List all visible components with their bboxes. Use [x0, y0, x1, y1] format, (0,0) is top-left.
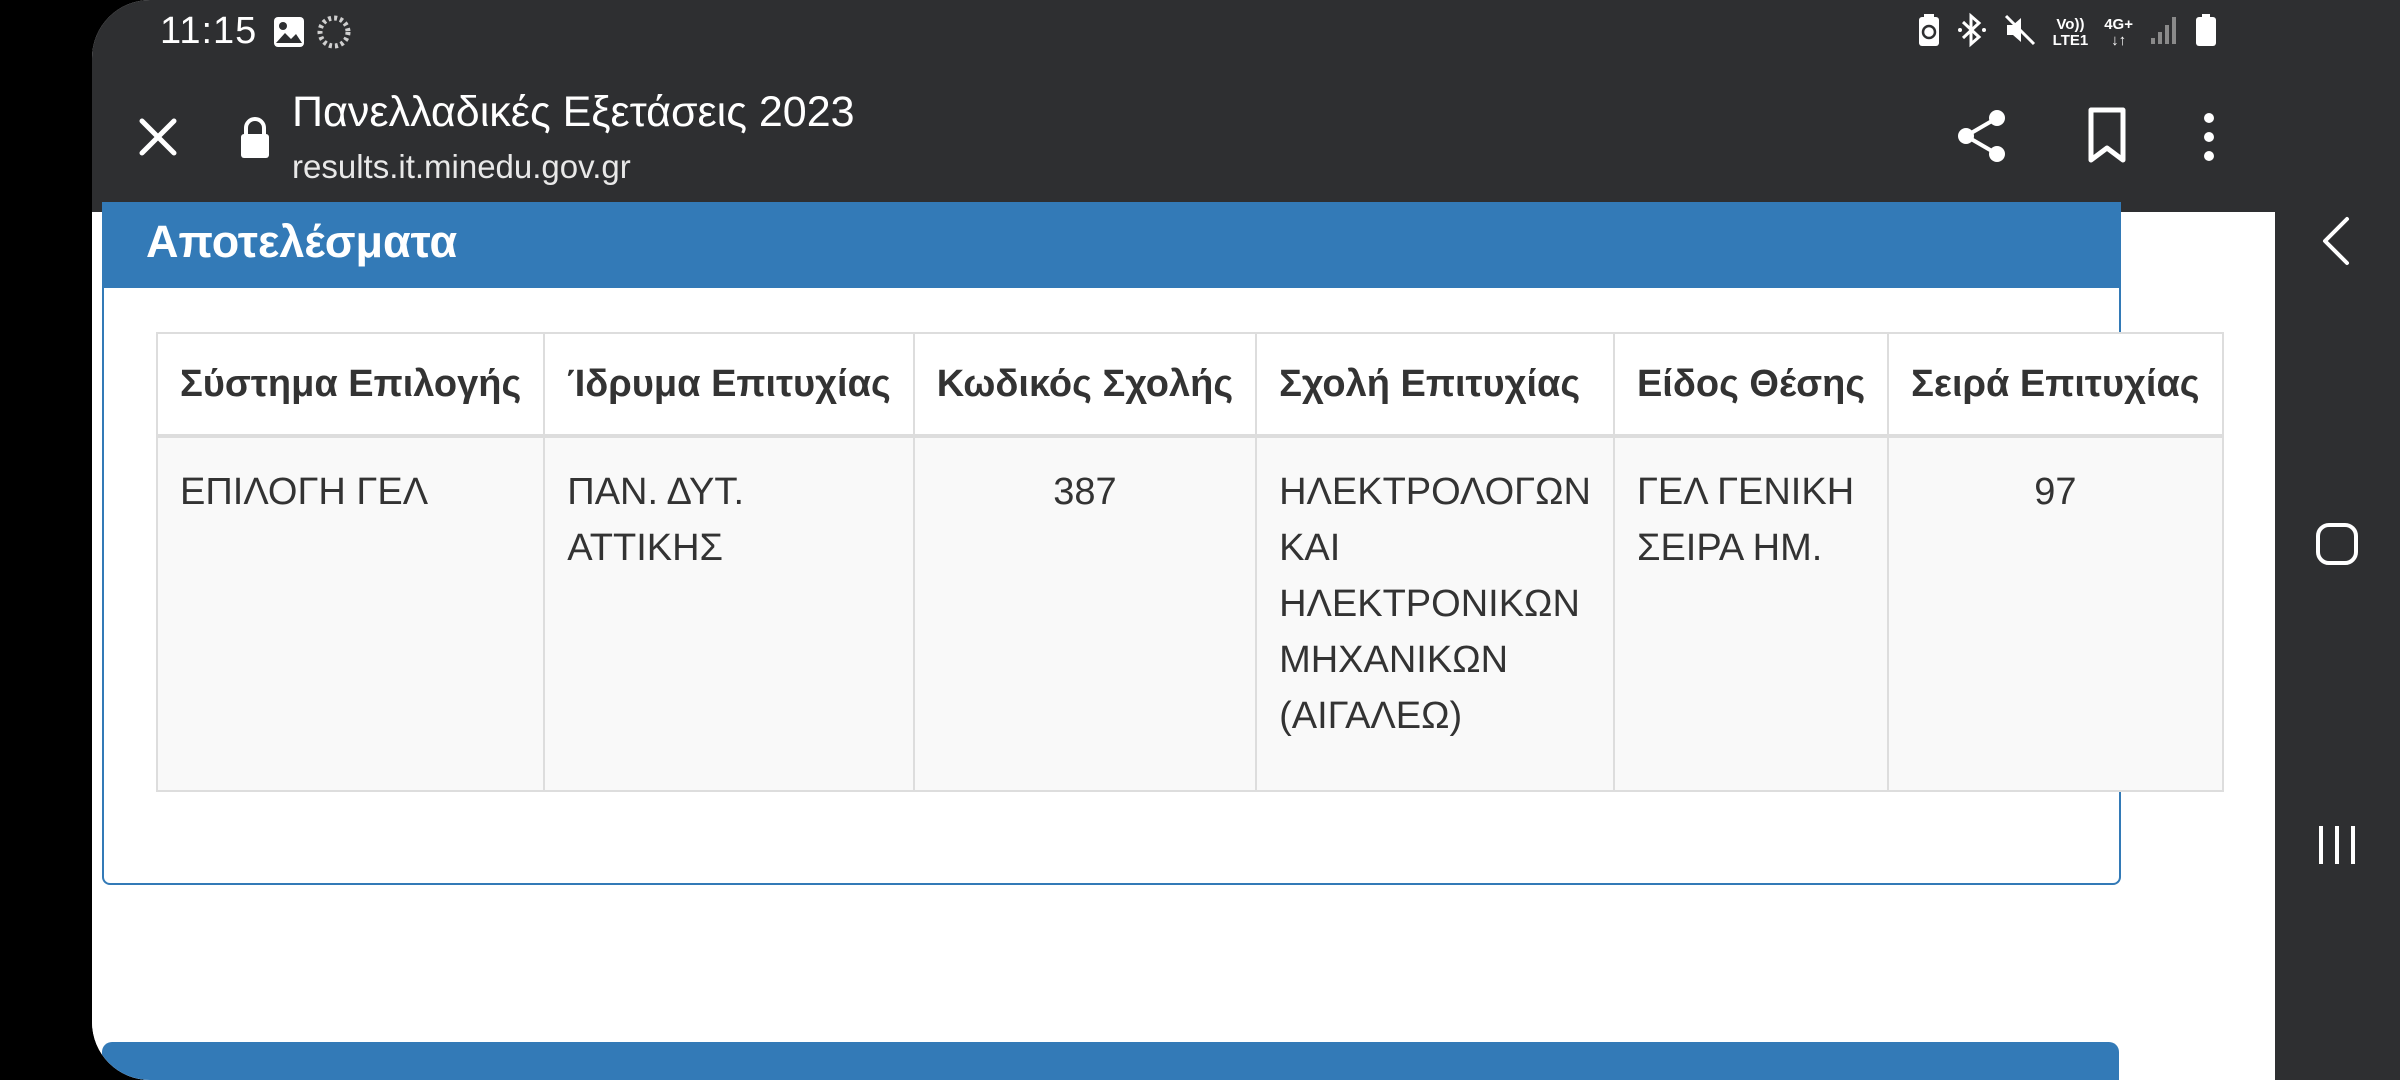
- share-icon: [1958, 110, 2005, 162]
- cell-school-code: 387: [912, 435, 1258, 792]
- header-institution: Ίδρυμα Επιτυχίας: [543, 332, 915, 438]
- home-icon: [2316, 523, 2358, 565]
- header-position-type: Είδος Θέσης: [1612, 332, 1890, 438]
- lte-label: LTE1: [2052, 31, 2089, 49]
- status-right-icons: Vo)) LTE1 4G+ ↓↑: [1917, 12, 2217, 53]
- header-success-rank: Σειρά Επιτυχίας: [1887, 332, 2224, 438]
- cell-institution: ΠΑΝ. ΔΥΤ. ΑΤΤΙΚΗΣ: [543, 435, 915, 792]
- header-selection-system: Σύστημα Επιλογής: [155, 332, 546, 438]
- cell-school: ΗΛΕΚΤΡΟΛΟΓΩΝ ΚΑΙ ΗΛΕΚΤΡΟΝΙΚΩΝ ΜΗΧΑΝΙΚΩΝ …: [1255, 435, 1615, 792]
- page-title: Πανελλαδικές Εξετάσεις 2023: [292, 88, 855, 136]
- cell-position-type: ΓΕΛ ΓΕΝΙΚΗ ΣΕΙΡΑ ΗΜ.: [1612, 435, 1890, 792]
- header-school-code: Κωδικός Σχολής: [912, 332, 1258, 438]
- page-content: Αποτελέσματα Σύστημα Επιλογής Ίδρυμα Επι…: [92, 202, 2275, 1080]
- recents-icon: [2319, 826, 2355, 864]
- network-type-label: 4G+: [2104, 15, 2133, 33]
- page-url[interactable]: results.it.minedu.gov.gr: [292, 148, 631, 186]
- data-arrows-icon: ↓↑: [2111, 31, 2127, 49]
- bookmark-icon: [2088, 107, 2126, 163]
- bluetooth-icon: [1957, 12, 1987, 53]
- share-button[interactable]: [1952, 106, 2012, 166]
- close-icon: [139, 118, 177, 156]
- lock-icon[interactable]: [235, 116, 275, 160]
- back-icon: [2323, 217, 2349, 265]
- status-bar: 11:15 Vo)) LTE1 4G+ ↓↑: [92, 0, 2275, 62]
- results-table: Σύστημα Επιλογής Ίδρυμα Επιτυχίας Κωδικό…: [155, 332, 2224, 792]
- more-vert-icon: [2204, 113, 2214, 161]
- status-time: 11:15: [160, 10, 258, 52]
- cell-success-rank: 97: [1887, 435, 2224, 792]
- volte-indicator: Vo)) LTE1: [2052, 15, 2089, 49]
- gallery-icon: [272, 15, 306, 54]
- bookmark-button[interactable]: [2077, 104, 2137, 168]
- home-button[interactable]: [2314, 521, 2360, 567]
- table-row: ΕΠΙΛΟΓΗ ΓΕΛ ΠΑΝ. ΔΥΤ. ΑΤΤΙΚΗΣ 387 ΗΛΕΚΤΡ…: [155, 435, 2224, 792]
- battery-saver-icon: [1917, 13, 1941, 52]
- close-button[interactable]: [128, 107, 188, 167]
- table-header-row: Σύστημα Επιλογής Ίδρυμα Επιτυχίας Κωδικό…: [155, 332, 2224, 438]
- recents-button[interactable]: [2315, 822, 2359, 868]
- results-panel-heading: Αποτελέσματα: [104, 202, 2119, 288]
- cell-selection-system: ΕΠΙΛΟΓΗ ΓΕΛ: [155, 435, 546, 792]
- header-school: Σχολή Επιτυχίας: [1255, 332, 1615, 438]
- volte-label: Vo)): [2056, 15, 2085, 33]
- signal-icon: [2149, 14, 2179, 51]
- network-type-indicator: 4G+ ↓↑: [2104, 15, 2133, 49]
- results-panel: Αποτελέσματα Σύστημα Επιλογής Ίδρυμα Επι…: [102, 202, 2224, 885]
- status-left-icons: [272, 14, 352, 55]
- next-panel-heading: [102, 1042, 2119, 1080]
- more-options-button[interactable]: [2189, 106, 2229, 170]
- battery-icon: [2195, 13, 2217, 52]
- device-frame: 11:15 Vo)) LTE1 4G+ ↓↑ Πανελλαδικές Εξετ…: [0, 0, 2400, 1080]
- mute-icon: [2003, 13, 2037, 52]
- loading-icon: [316, 14, 352, 55]
- back-button[interactable]: [2315, 215, 2359, 267]
- phone-screen: 11:15 Vo)) LTE1 4G+ ↓↑ Πανελλαδικές Εξετ…: [92, 0, 2275, 1080]
- results-heading: Αποτελέσματα: [146, 216, 458, 267]
- android-navigation-bar: [2275, 0, 2400, 1080]
- browser-toolbar: Πανελλαδικές Εξετάσεις 2023 results.it.m…: [92, 62, 2275, 212]
